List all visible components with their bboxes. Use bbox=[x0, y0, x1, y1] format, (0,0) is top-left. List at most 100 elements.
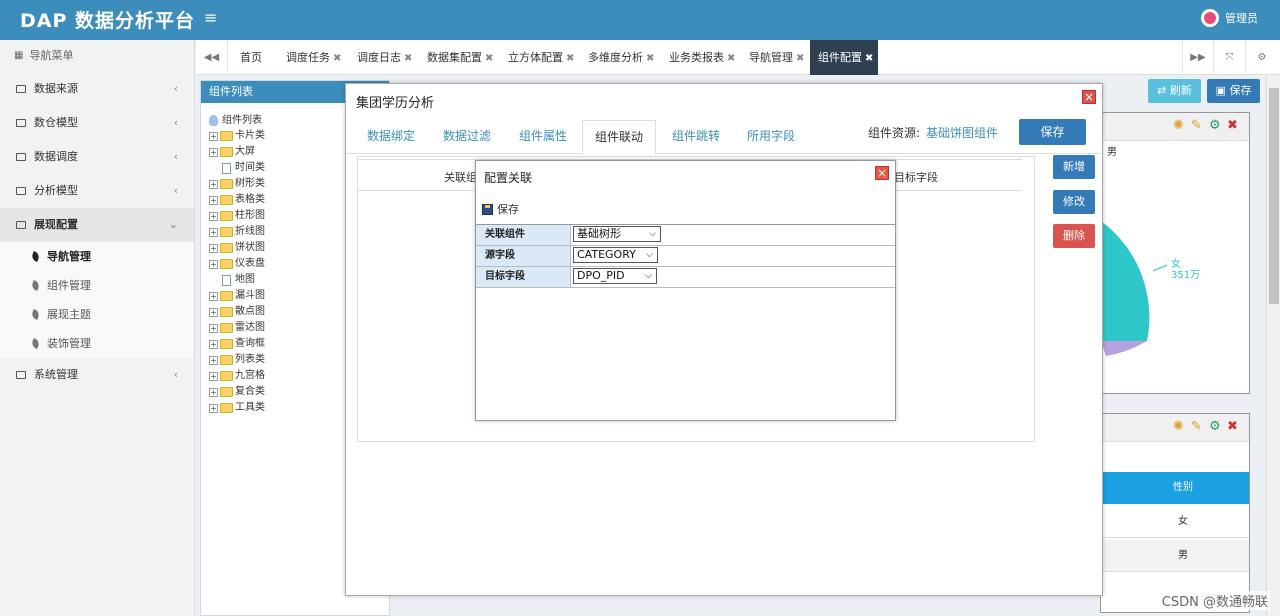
dialog-save-button[interactable]: 保存 bbox=[1019, 119, 1086, 145]
expand-icon[interactable]: + bbox=[209, 227, 218, 237]
pie-value-female: 351万 bbox=[1171, 270, 1201, 281]
expand-icon[interactable]: + bbox=[209, 307, 218, 317]
top-bar: DAP 数据分析平台 ≡ 管理员 bbox=[0, 0, 1280, 40]
close-icon[interactable]: ✖ bbox=[1227, 119, 1241, 133]
related-component-select[interactable]: 基础树形 ⌵ bbox=[573, 226, 661, 242]
pencil-icon[interactable]: ✎ bbox=[1191, 420, 1205, 434]
tab-close-icon[interactable]: ✖ bbox=[646, 53, 654, 64]
folder-icon bbox=[220, 211, 233, 221]
tree-node-label: 工具类 bbox=[235, 402, 265, 413]
expand-icon[interactable]: + bbox=[209, 371, 218, 381]
tab-nav-manage[interactable]: 导航管理 ✖ bbox=[745, 40, 808, 75]
tab-component-config[interactable]: 组件配置 ✖ bbox=[810, 40, 878, 75]
folder-icon bbox=[16, 85, 26, 93]
inner-save-button[interactable]: 保存 bbox=[482, 201, 519, 217]
tab-label: 导航管理 bbox=[749, 51, 793, 64]
edit-label: 修改 bbox=[1063, 195, 1085, 208]
user-name: 管理员 bbox=[1225, 12, 1258, 25]
inner-dialog-close-icon[interactable]: × bbox=[875, 166, 889, 180]
tab-cube-config[interactable]: 立方体配置 ✖ bbox=[504, 40, 578, 75]
chevron-left-icon: ‹ bbox=[173, 116, 178, 129]
expand-icon[interactable]: + bbox=[209, 355, 218, 365]
sidebar-item-data-source[interactable]: 数据来源 ‹ bbox=[0, 72, 194, 106]
page-scrollbar[interactable] bbox=[1266, 76, 1280, 616]
user-menu[interactable]: 管理员 bbox=[1201, 9, 1258, 27]
tab-component-jump[interactable]: 组件跳转 bbox=[666, 118, 726, 154]
tab-close-icon[interactable]: ✖ bbox=[333, 53, 341, 64]
sidebar-item-data-schedule[interactable]: 数据调度 ‹ bbox=[0, 140, 194, 174]
chevron-down-icon: ⌄ bbox=[168, 218, 178, 231]
delete-button[interactable]: 删除 bbox=[1053, 224, 1095, 248]
tab-home[interactable]: 首页 bbox=[236, 40, 266, 75]
sidebar-subitem-display-theme[interactable]: 展现主题 bbox=[0, 300, 194, 329]
settings-icon[interactable]: ⚙ bbox=[1209, 420, 1223, 434]
app-logo[interactable]: DAP 数据分析平台 bbox=[20, 6, 195, 33]
sidebar-item-display-config[interactable]: 展现配置 ⌄ bbox=[0, 208, 194, 242]
expand-icon[interactable]: + bbox=[209, 291, 218, 301]
sidebar-item-system-manage[interactable]: 系统管理 ‹ bbox=[0, 358, 194, 392]
pencil-icon[interactable]: ✎ bbox=[1191, 119, 1205, 133]
scrollbar-thumb[interactable] bbox=[1269, 88, 1279, 304]
tab-multidim-analysis[interactable]: 多维度分析 ✖ bbox=[584, 40, 658, 75]
expand-icon[interactable]: + bbox=[209, 243, 218, 253]
expand-icon[interactable]: + bbox=[209, 259, 218, 269]
expand-icon[interactable]: + bbox=[209, 195, 218, 205]
expand-icon[interactable]: + bbox=[209, 147, 218, 157]
expand-icon[interactable]: + bbox=[209, 179, 218, 189]
save-label: 保存 bbox=[1229, 84, 1252, 97]
expand-icon[interactable]: + bbox=[209, 387, 218, 397]
tab-schedule-log[interactable]: 调度日志 ✖ bbox=[353, 40, 416, 75]
tree-node-label: 折线图 bbox=[235, 226, 265, 237]
floppy-icon bbox=[482, 203, 493, 215]
sidebar-subitem-nav-manage[interactable]: 导航管理 bbox=[0, 242, 194, 271]
tab-close-icon[interactable]: ✖ bbox=[865, 53, 873, 64]
tree-node-label: 散点图 bbox=[235, 306, 265, 317]
expand-icon[interactable]: + bbox=[209, 131, 218, 141]
tab-business-report[interactable]: 业务类报表 ✖ bbox=[665, 40, 739, 75]
add-button[interactable]: 新增 bbox=[1053, 155, 1095, 179]
tab-used-fields[interactable]: 所用字段 bbox=[741, 118, 801, 154]
fullscreen-icon[interactable]: ⤧ bbox=[1214, 40, 1246, 75]
gear-gold-icon[interactable]: ✺ bbox=[1173, 119, 1187, 133]
expand-icon[interactable]: + bbox=[209, 211, 218, 221]
tab-data-filter[interactable]: 数据过滤 bbox=[437, 118, 497, 154]
gear-gold-icon[interactable]: ✺ bbox=[1173, 420, 1187, 434]
save-button[interactable]: ▣ 保存 bbox=[1207, 79, 1260, 103]
sidebar-subitem-decoration-manage[interactable]: 装饰管理 bbox=[0, 329, 194, 358]
tab-close-icon[interactable]: ✖ bbox=[404, 53, 412, 64]
refresh-icon: ⇄ bbox=[1157, 84, 1167, 97]
gear-icon[interactable]: ⚙ bbox=[1246, 40, 1278, 75]
tree-node-label: 树形类 bbox=[235, 178, 265, 189]
dialog-close-icon[interactable]: × bbox=[1082, 90, 1096, 104]
menu-toggle-icon[interactable]: ≡ bbox=[204, 8, 217, 28]
sidebar-submenu: 导航管理 组件管理 展现主题 装饰管理 bbox=[0, 242, 194, 358]
refresh-button[interactable]: ⇄ 刷新 bbox=[1148, 79, 1201, 103]
expand-icon[interactable]: + bbox=[209, 323, 218, 333]
tab-schedule-task[interactable]: 调度任务 ✖ bbox=[282, 40, 345, 75]
tab-component-props[interactable]: 组件属性 bbox=[513, 118, 573, 154]
tab-scroll-left-icon[interactable]: ◀◀ bbox=[196, 40, 228, 75]
target-field-select[interactable]: DPO_PID ⌵ bbox=[573, 268, 657, 284]
folder-icon bbox=[220, 195, 233, 205]
tab-close-icon[interactable]: ✖ bbox=[796, 53, 804, 64]
tab-data-binding[interactable]: 数据绑定 bbox=[361, 118, 421, 154]
select-value: DPO_PID bbox=[577, 269, 625, 282]
sidebar-subitem-component-manage[interactable]: 组件管理 bbox=[0, 271, 194, 300]
sidebar-item-analysis-model[interactable]: 分析模型 ‹ bbox=[0, 174, 194, 208]
source-field-select[interactable]: CATEGORY ⌵ bbox=[573, 247, 658, 263]
edit-button[interactable]: 修改 bbox=[1053, 190, 1095, 214]
tab-close-icon[interactable]: ✖ bbox=[566, 53, 574, 64]
close-icon[interactable]: ✖ bbox=[1227, 420, 1241, 434]
tab-close-icon[interactable]: ✖ bbox=[485, 53, 493, 64]
settings-icon[interactable]: ⚙ bbox=[1209, 119, 1223, 133]
expand-icon[interactable]: + bbox=[209, 339, 218, 349]
expand-icon[interactable]: + bbox=[209, 403, 218, 413]
tab-dataset-config[interactable]: 数据集配置 ✖ bbox=[423, 40, 497, 75]
folder-icon bbox=[220, 339, 233, 349]
tab-close-icon[interactable]: ✖ bbox=[727, 53, 735, 64]
tab-scroll-right-icon[interactable]: ▶▶ bbox=[1182, 40, 1214, 75]
sidebar-item-warehouse-model[interactable]: 数仓模型 ‹ bbox=[0, 106, 194, 140]
header-related-component: 关联组 bbox=[444, 171, 477, 184]
tree-node-label: 柱形图 bbox=[235, 210, 265, 221]
tab-component-linkage[interactable]: 组件联动 bbox=[582, 120, 656, 155]
